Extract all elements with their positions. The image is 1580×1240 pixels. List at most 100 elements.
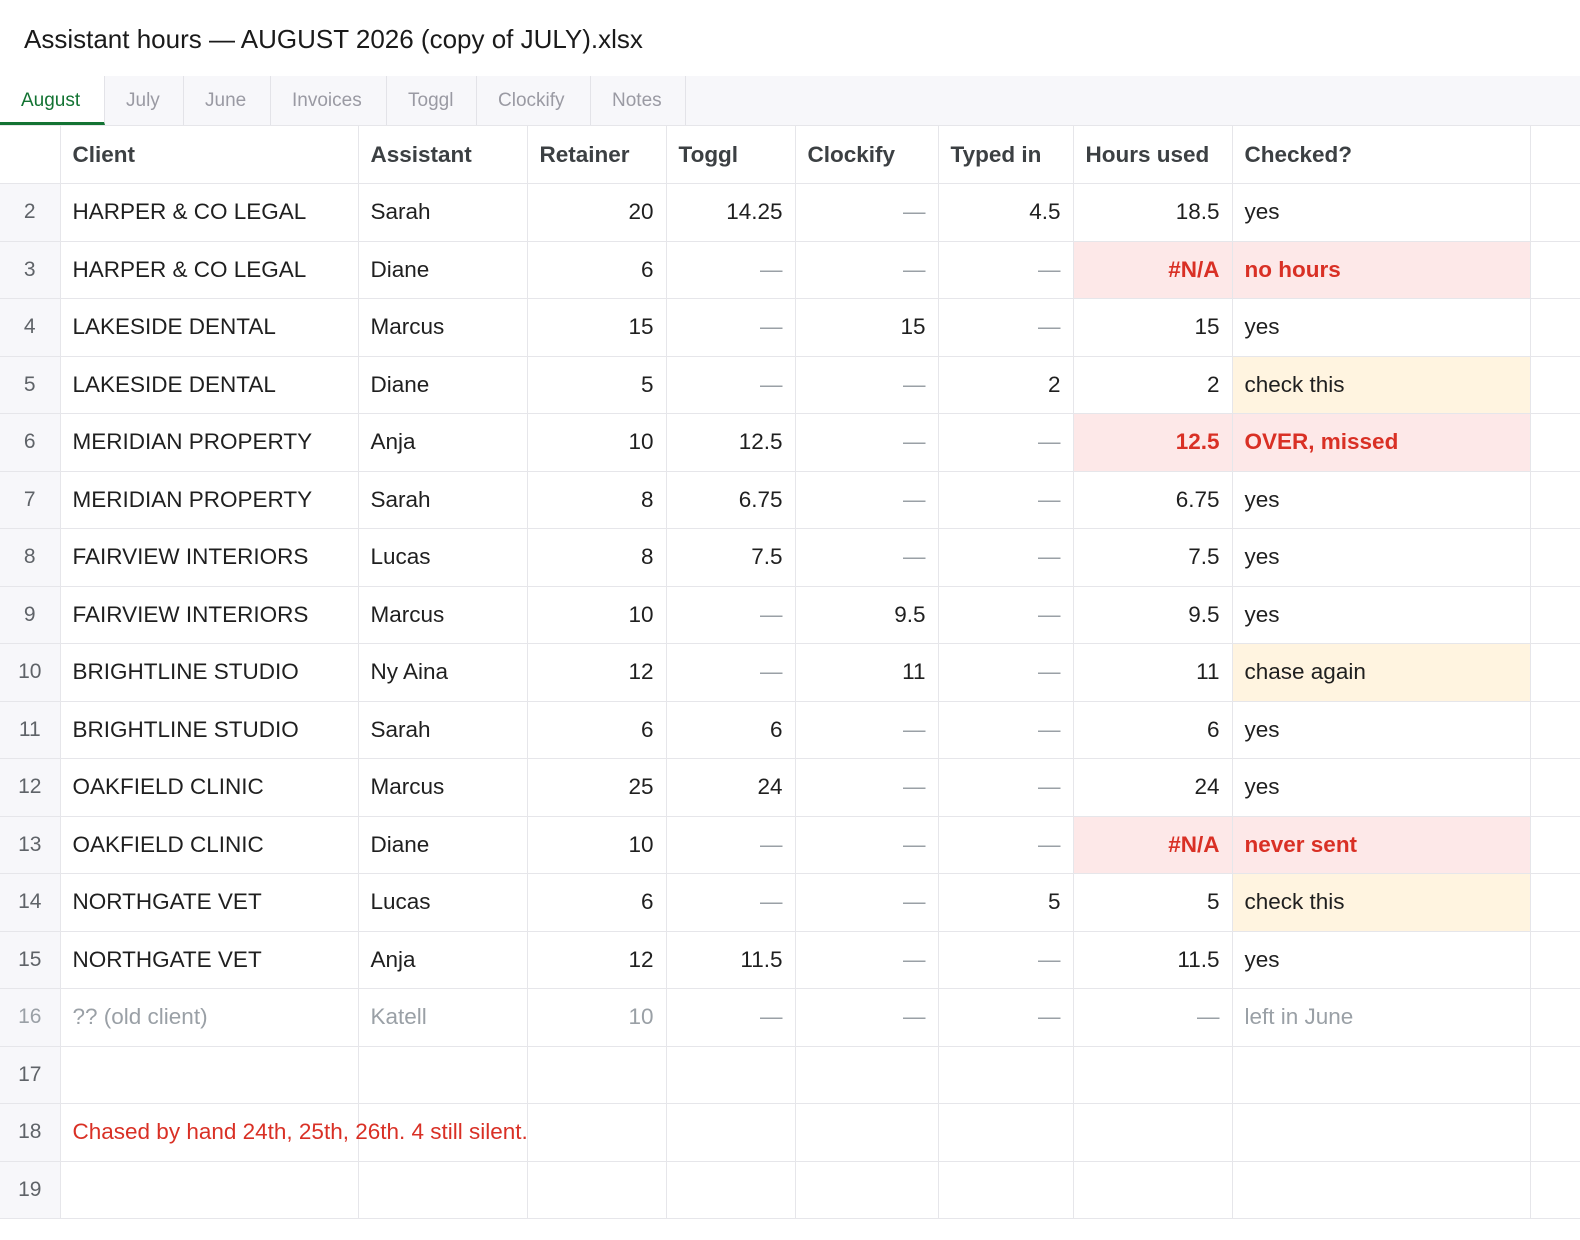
cell-toggl[interactable]: 12.5 [666, 413, 796, 472]
cell-client[interactable]: LAKESIDE DENTAL [60, 298, 359, 357]
empty-cell[interactable] [1530, 816, 1580, 874]
cell-client[interactable]: NORTHGATE VET [60, 931, 359, 989]
row-number[interactable]: 5 [0, 356, 61, 414]
cell-toggl[interactable]: — [666, 816, 796, 874]
empty-cell[interactable] [1232, 1161, 1531, 1219]
row-number[interactable]: 3 [0, 241, 61, 299]
cell-retainer[interactable]: 10 [527, 816, 667, 874]
cell-client[interactable]: FAIRVIEW INTERIORS [60, 528, 359, 587]
row-number[interactable]: 11 [0, 701, 61, 759]
cell-retainer[interactable]: 10 [527, 988, 667, 1047]
cell-clockify[interactable]: — [795, 873, 939, 932]
cell-client[interactable]: FAIRVIEW INTERIORS [60, 586, 359, 644]
cell-used[interactable]: 24 [1073, 758, 1233, 817]
cell-retainer[interactable]: 12 [527, 643, 667, 702]
cell-client[interactable]: MERIDIAN PROPERTY [60, 471, 359, 529]
cell-checked[interactable]: yes [1232, 471, 1531, 529]
cell-checked[interactable]: check this [1232, 356, 1531, 414]
cell-clockify[interactable]: — [795, 471, 939, 529]
empty-cell[interactable] [795, 1046, 939, 1104]
row-number[interactable]: 19 [0, 1161, 61, 1219]
empty-cell[interactable] [1073, 1046, 1233, 1104]
empty-cell[interactable] [1530, 873, 1580, 932]
cell-clockify[interactable]: — [795, 816, 939, 874]
empty-cell[interactable] [666, 1046, 796, 1104]
row-number[interactable]: 12 [0, 758, 61, 817]
cell-assistant[interactable]: Marcus [358, 758, 528, 817]
cell-toggl[interactable]: 6.75 [666, 471, 796, 529]
cell-typed[interactable]: — [938, 528, 1074, 587]
empty-cell[interactable] [527, 1161, 667, 1219]
cell-clockify[interactable]: 11 [795, 643, 939, 702]
cell-client[interactable]: OAKFIELD CLINIC [60, 758, 359, 817]
cell-client[interactable]: MERIDIAN PROPERTY [60, 413, 359, 472]
empty-cell[interactable] [1530, 643, 1580, 702]
cell-assistant[interactable]: Sarah [358, 471, 528, 529]
cell-clockify[interactable]: — [795, 988, 939, 1047]
cell-typed[interactable]: — [938, 816, 1074, 874]
empty-cell[interactable] [1530, 356, 1580, 414]
empty-cell[interactable] [1530, 1161, 1580, 1219]
cell-clockify[interactable]: — [795, 413, 939, 472]
empty-cell[interactable] [1530, 1103, 1580, 1162]
empty-cell[interactable] [60, 1161, 359, 1219]
cell-retainer[interactable]: 12 [527, 931, 667, 989]
cell-assistant[interactable]: Sarah [358, 701, 528, 759]
cell-typed[interactable]: — [938, 298, 1074, 357]
cell-toggl[interactable]: 24 [666, 758, 796, 817]
cell-assistant[interactable]: Diane [358, 356, 528, 414]
cell-used[interactable]: 9.5 [1073, 586, 1233, 644]
cell-clockify[interactable]: — [795, 528, 939, 587]
row-header-1[interactable] [0, 126, 61, 184]
cell-toggl[interactable]: — [666, 586, 796, 644]
cell-retainer[interactable]: 8 [527, 471, 667, 529]
cell-assistant[interactable]: Diane [358, 816, 528, 874]
empty-cell[interactable] [1530, 183, 1580, 242]
row-number[interactable]: 8 [0, 528, 61, 587]
cell-typed[interactable]: — [938, 643, 1074, 702]
col-header-typed-in[interactable]: Typed in [938, 126, 1074, 184]
cell-assistant[interactable]: Sarah [358, 183, 528, 242]
tab-notes[interactable]: Notes [591, 76, 686, 125]
col-header-client[interactable]: Client [60, 126, 359, 184]
cell-typed[interactable]: — [938, 931, 1074, 989]
cell-used[interactable]: 7.5 [1073, 528, 1233, 587]
empty-cell[interactable] [795, 1103, 939, 1162]
row-number[interactable]: 18 [0, 1103, 61, 1162]
col-header-clockify[interactable]: Clockify [795, 126, 939, 184]
cell-clockify[interactable]: — [795, 241, 939, 299]
cell-used[interactable]: 6 [1073, 701, 1233, 759]
cell-typed[interactable]: — [938, 471, 1074, 529]
cell-typed[interactable]: — [938, 413, 1074, 472]
cell-used[interactable]: 15 [1073, 298, 1233, 357]
note-cell[interactable]: Chased by hand 24th, 25th, 26th. 4 still… [60, 1103, 528, 1162]
cell-toggl[interactable]: — [666, 241, 796, 299]
cell-assistant[interactable]: Marcus [358, 586, 528, 644]
cell-used[interactable]: — [1073, 988, 1233, 1047]
col-header-assistant[interactable]: Assistant [358, 126, 528, 184]
cell-clockify[interactable]: — [795, 931, 939, 989]
cell-assistant[interactable]: Anja [358, 413, 528, 472]
cell-typed[interactable]: — [938, 241, 1074, 299]
cell-retainer[interactable]: 15 [527, 298, 667, 357]
cell-retainer[interactable]: 25 [527, 758, 667, 817]
cell-toggl[interactable]: — [666, 298, 796, 357]
cell-checked[interactable]: yes [1232, 701, 1531, 759]
cell-assistant[interactable]: Anja [358, 931, 528, 989]
cell-checked[interactable]: yes [1232, 586, 1531, 644]
cell-used[interactable]: #N/A [1073, 816, 1233, 874]
cell-client[interactable]: BRIGHTLINE STUDIO [60, 643, 359, 702]
cell-clockify[interactable]: — [795, 356, 939, 414]
cell-retainer[interactable]: 6 [527, 701, 667, 759]
cell-assistant[interactable]: Lucas [358, 528, 528, 587]
cell-typed[interactable]: — [938, 988, 1074, 1047]
cell-toggl[interactable]: 6 [666, 701, 796, 759]
cell-toggl[interactable]: 14.25 [666, 183, 796, 242]
cell-clockify[interactable]: 9.5 [795, 586, 939, 644]
cell-clockify[interactable]: — [795, 183, 939, 242]
empty-cell[interactable] [358, 1161, 528, 1219]
empty-cell[interactable] [1530, 241, 1580, 299]
cell-checked[interactable]: yes [1232, 931, 1531, 989]
row-number[interactable]: 14 [0, 873, 61, 932]
empty-cell[interactable] [1530, 988, 1580, 1047]
